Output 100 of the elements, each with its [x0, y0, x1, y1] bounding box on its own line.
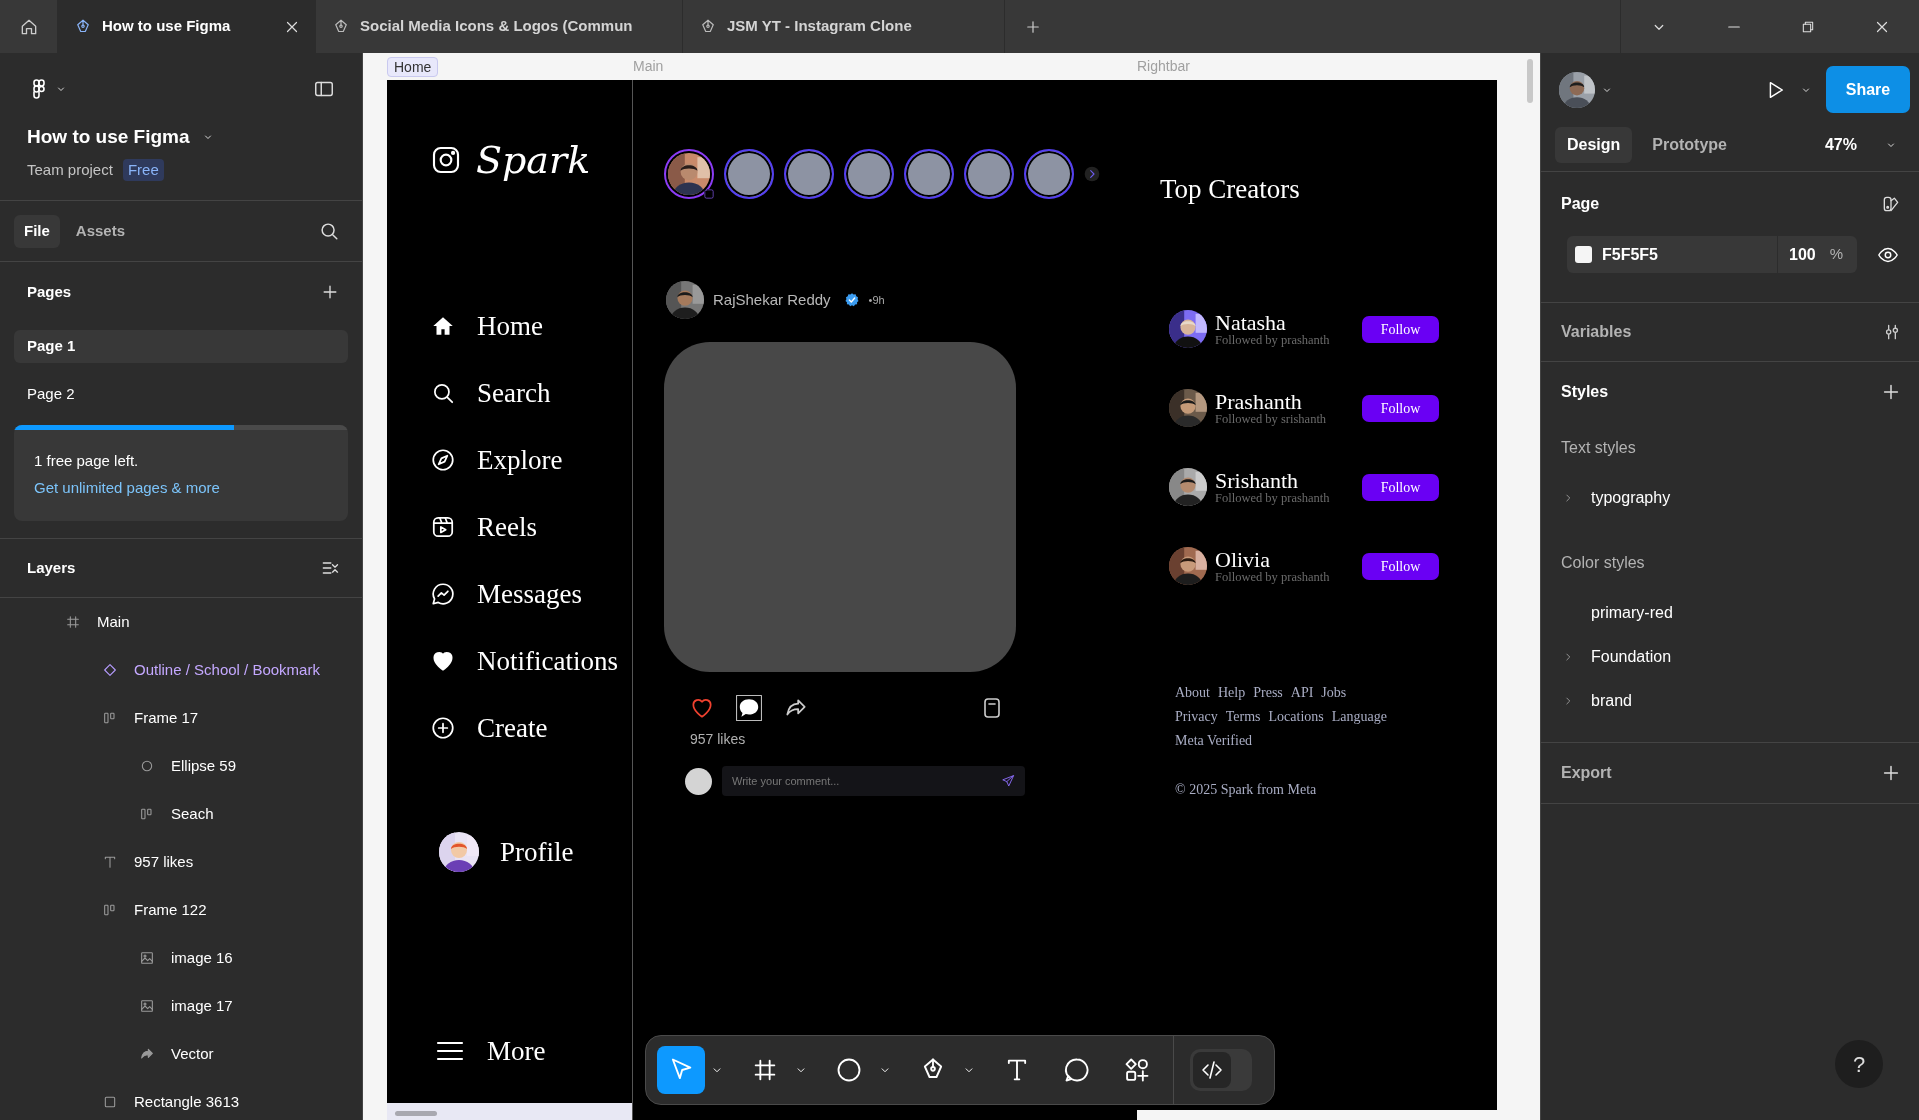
section-title: Layers [27, 557, 76, 578]
code-icon [1200, 1058, 1224, 1082]
page-item[interactable]: Page 1 [14, 330, 348, 363]
layer-item[interactable]: Main [97, 610, 130, 634]
upgrade-link[interactable]: Get unlimited pages & more [34, 476, 348, 499]
color-field[interactable]: F5F5F5 100 % [1567, 236, 1857, 273]
story-avatar[interactable] [724, 149, 774, 199]
library-icon[interactable] [1881, 194, 1901, 214]
footer-link[interactable]: Language [1331, 706, 1387, 725]
nav-item[interactable]: Reels [430, 493, 632, 560]
story-avatar[interactable] [784, 149, 834, 199]
footer-link[interactable]: API [1290, 682, 1314, 701]
follow-button[interactable]: Follow [1362, 394, 1439, 422]
page-item[interactable]: Page 2 [14, 378, 348, 411]
frame-icon [65, 614, 81, 630]
follow-button[interactable]: Follow [1362, 552, 1439, 580]
scrollbar[interactable] [395, 1111, 437, 1116]
plan-badge: Free [122, 158, 164, 182]
frame-label[interactable]: Home [387, 57, 439, 77]
auto-layout-icon [102, 902, 118, 918]
section-title: Page [1561, 194, 1600, 214]
mode-tab[interactable]: Prototype [1640, 127, 1739, 163]
story-avatar[interactable] [1024, 149, 1074, 199]
story-avatar[interactable] [904, 149, 954, 199]
creator-name[interactable]: Natasha [1215, 311, 1362, 334]
component-icon [102, 662, 118, 678]
author-name[interactable]: RajShekar Reddy [713, 288, 831, 312]
creator-name[interactable]: Srishanth [1215, 469, 1362, 492]
layer-item[interactable]: image 16 [171, 946, 233, 970]
style-item[interactable]: brand [1591, 689, 1632, 713]
ellipse-icon [139, 758, 155, 774]
story-avatar[interactable] [964, 149, 1014, 199]
footer-link[interactable]: Terms [1225, 706, 1261, 725]
upgrade-message: 1 free page left. [34, 451, 140, 471]
layer-item[interactable]: Frame 122 [134, 898, 207, 922]
footer-link[interactable]: Privacy [1175, 706, 1218, 725]
send-icon[interactable] [1001, 774, 1015, 788]
layer-item[interactable]: Frame 17 [134, 706, 199, 730]
layer-item[interactable]: Rectangle 3613 [134, 1090, 240, 1114]
help-button[interactable]: ? [1835, 1040, 1883, 1088]
nav-item[interactable]: Search [430, 359, 632, 426]
tab-title: How to use Figma [102, 16, 232, 37]
comment-icon[interactable] [736, 695, 762, 721]
follow-button[interactable]: Follow [1362, 473, 1439, 501]
share-arrow-icon [139, 1046, 155, 1062]
group-title: Color styles [1561, 553, 1646, 573]
layer-item[interactable]: image 17 [171, 994, 233, 1018]
follow-button[interactable]: Follow [1362, 315, 1439, 343]
panel-tab[interactable]: File [14, 214, 60, 248]
nav-item[interactable]: More [430, 1017, 632, 1084]
tool-button[interactable] [657, 1046, 705, 1094]
story-avatar[interactable] [844, 149, 894, 199]
footer-link[interactable]: Press [1253, 682, 1283, 701]
nav-item[interactable]: Notifications [430, 627, 632, 694]
creator-name[interactable]: Olivia [1215, 548, 1362, 571]
opacity-value[interactable]: 100 [1789, 242, 1816, 267]
scrollbar[interactable] [1527, 59, 1533, 103]
footer-link[interactable]: Jobs [1321, 682, 1347, 701]
nav-item[interactable]: Create [430, 694, 632, 761]
layer-item[interactable]: Ellipse 59 [171, 754, 237, 778]
footer-link[interactable]: About [1175, 682, 1210, 701]
group-title: Text styles [1561, 438, 1637, 458]
chat-bubble-icon [430, 580, 456, 607]
section-title: Export [1561, 763, 1612, 783]
mode-tab[interactable]: Design [1555, 127, 1633, 163]
nav-item[interactable]: Explore [430, 426, 632, 493]
footer-link[interactable]: Locations [1268, 706, 1324, 725]
likes-count: 957 likes [690, 730, 747, 749]
search-icon[interactable] [318, 220, 340, 242]
tab-title: Social Media Icons & Logos (Commun [360, 16, 634, 37]
creator-subtitle: Followed by prashanth [1215, 570, 1331, 584]
style-item[interactable]: typography [1591, 486, 1671, 510]
zoom-level[interactable]: 47% [1824, 133, 1857, 157]
footer-link[interactable]: Help [1218, 682, 1246, 701]
creator-name[interactable]: Prashanth [1215, 390, 1362, 413]
color-swatch [1575, 246, 1592, 263]
layer-item[interactable]: Seach [171, 802, 214, 826]
creator-subtitle: Followed by prashanth [1215, 333, 1331, 347]
layer-item[interactable]: Outline / School / Bookmark [134, 658, 320, 682]
auto-layout-icon [139, 806, 155, 822]
document-tab[interactable]: How to use Figma [58, 0, 316, 53]
creator-subtitle: Followed by prashanth [1215, 491, 1331, 505]
layer-item[interactable]: 957 likes [134, 850, 194, 874]
image-icon [139, 998, 155, 1014]
section-title: Pages [27, 281, 72, 302]
nav-item[interactable]: Profile [430, 818, 632, 885]
story-ring[interactable] [664, 149, 714, 199]
layer-item[interactable]: Vector [171, 1042, 214, 1066]
style-item[interactable]: primary-red [1591, 601, 1673, 625]
footer-link[interactable]: Meta Verified [1175, 730, 1253, 749]
nav-item[interactable]: Messages [430, 560, 632, 627]
comment-field[interactable]: Write your comment... [722, 766, 1025, 796]
nav-item[interactable]: Home [430, 292, 632, 359]
dev-mode-toggle[interactable] [1190, 1049, 1252, 1091]
chevron-right-icon[interactable] [1084, 166, 1100, 182]
rectangle-icon [102, 1094, 118, 1110]
file-name[interactable]: How to use Figma [27, 122, 190, 152]
panel-tab[interactable]: Assets [65, 214, 136, 248]
style-item[interactable]: Foundation [1591, 645, 1672, 669]
copyright-text: © 2025 Spark from Meta [1175, 781, 1318, 799]
